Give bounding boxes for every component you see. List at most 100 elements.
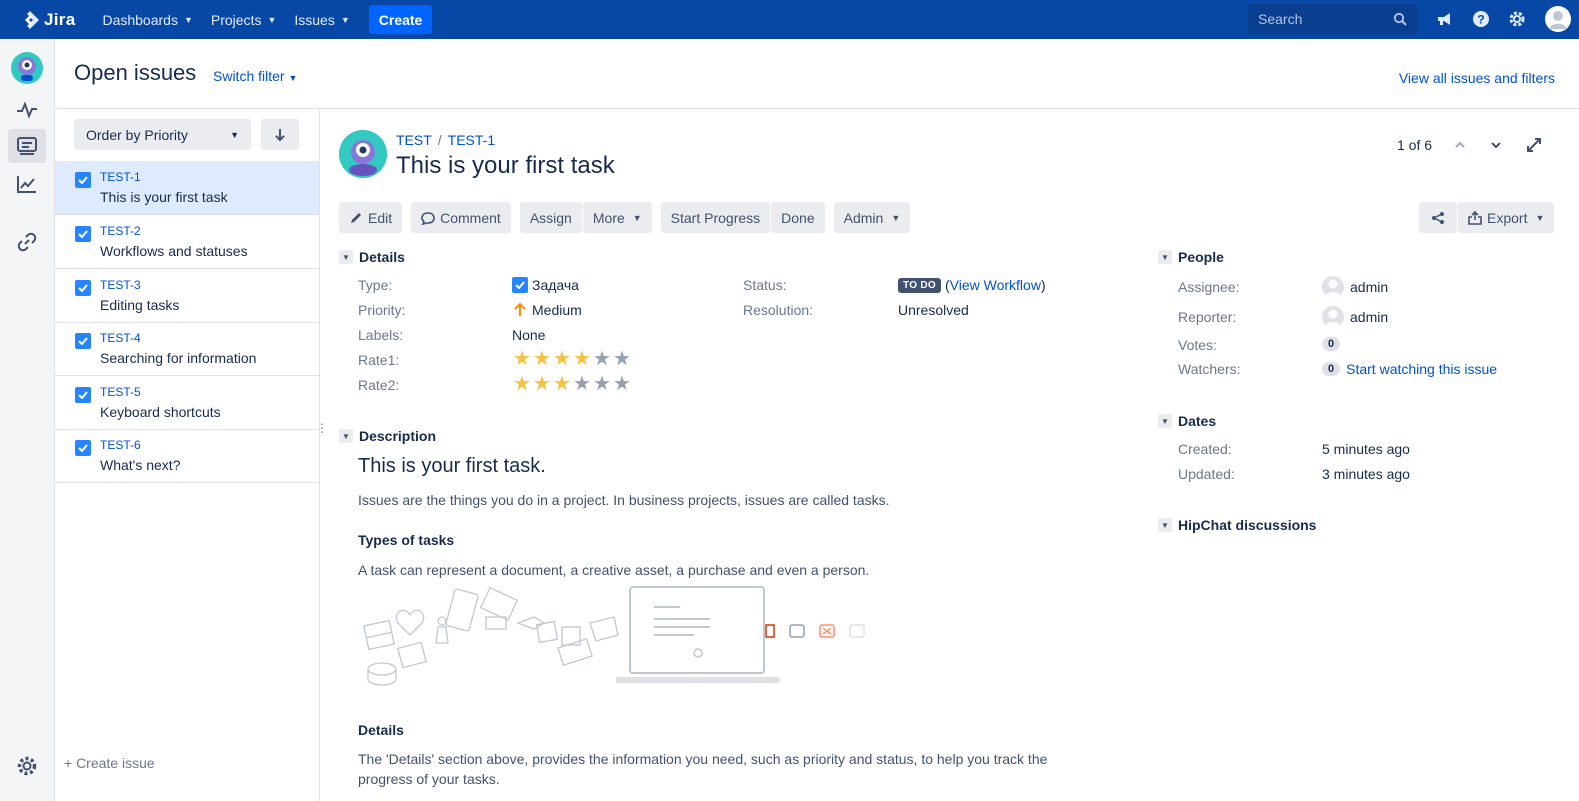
nav-issues[interactable]: Issues ▼ bbox=[285, 0, 358, 39]
admin-label: Admin bbox=[843, 209, 884, 226]
brand-name: Jira bbox=[44, 9, 76, 29]
activity-icon[interactable] bbox=[8, 93, 46, 127]
project-avatar[interactable] bbox=[8, 51, 46, 85]
switch-filter-label: Switch filter bbox=[213, 68, 285, 84]
description-heading: Description bbox=[359, 428, 437, 444]
next-issue-chevron-down-icon[interactable] bbox=[1486, 135, 1506, 155]
megaphone-icon[interactable] bbox=[1435, 9, 1455, 29]
watchers-count-badge: 0 bbox=[1322, 362, 1341, 376]
settings-gear-icon[interactable] bbox=[1507, 9, 1527, 29]
start-progress-button[interactable]: Start Progress bbox=[660, 202, 771, 233]
dates-heading: Dates bbox=[1178, 413, 1217, 429]
issue-toolbar-right: Export ▼ bbox=[1419, 202, 1555, 233]
export-icon bbox=[1468, 210, 1482, 225]
admin-button[interactable]: Admin ▼ bbox=[833, 202, 911, 233]
star-icon[interactable]: ★ bbox=[552, 374, 572, 394]
description-section-toggle[interactable]: ▼ Description bbox=[339, 428, 436, 444]
list-item[interactable]: TEST-6 What's next? bbox=[55, 429, 319, 483]
star-icon[interactable]: ★ bbox=[572, 349, 592, 369]
chevron-down-icon: ▼ bbox=[1158, 414, 1172, 428]
dates-section-toggle[interactable]: ▼ Dates bbox=[1158, 413, 1216, 429]
switch-filter-link[interactable]: Switch filter ▼ bbox=[213, 68, 297, 84]
votes-value[interactable]: 0 bbox=[1322, 337, 1346, 351]
share-button[interactable] bbox=[1419, 202, 1457, 233]
link-icon[interactable] bbox=[8, 225, 46, 259]
reporter-value[interactable]: admin bbox=[1322, 306, 1388, 328]
rate1-stars[interactable]: ★ ★ ★ ★ ★ ★ bbox=[512, 349, 632, 369]
project-avatar-large[interactable] bbox=[339, 130, 387, 178]
task-type-icon bbox=[75, 172, 91, 188]
task-type-icon bbox=[75, 333, 91, 349]
svg-text:?: ? bbox=[1477, 13, 1484, 27]
assign-button[interactable]: Assign bbox=[519, 202, 582, 233]
comment-icon bbox=[421, 211, 435, 225]
chevron-down-icon: ▼ bbox=[183, 14, 193, 25]
breadcrumb-project[interactable]: TEST bbox=[396, 132, 432, 148]
priority-medium-arrow-up-icon bbox=[514, 302, 526, 316]
view-workflow-link[interactable]: View Workflow bbox=[950, 277, 1041, 293]
star-icon[interactable]: ★ bbox=[512, 349, 532, 369]
details-section-toggle[interactable]: ▼ Details bbox=[339, 249, 405, 265]
export-button[interactable]: Export ▼ bbox=[1458, 202, 1555, 233]
more-button[interactable]: More ▼ bbox=[582, 202, 652, 233]
list-item[interactable]: TEST-3 Editing tasks bbox=[55, 269, 319, 323]
resolution-label: Resolution: bbox=[743, 302, 814, 318]
star-icon[interactable]: ★ bbox=[592, 349, 612, 369]
order-by-select[interactable]: Order by Priority ▼ bbox=[74, 119, 251, 150]
issue-summary: Workflows and statuses bbox=[100, 243, 248, 259]
star-icon[interactable]: ★ bbox=[592, 374, 612, 394]
nav-dashboards-label: Dashboards bbox=[102, 11, 178, 28]
reports-chart-icon[interactable] bbox=[8, 167, 46, 201]
done-button[interactable]: Done bbox=[771, 202, 825, 233]
star-icon[interactable]: ★ bbox=[552, 349, 572, 369]
sort-direction-button[interactable] bbox=[261, 119, 299, 150]
issue-summary: Searching for information bbox=[100, 350, 257, 366]
breadcrumb-separator: / bbox=[437, 132, 442, 148]
user-avatar[interactable] bbox=[1545, 6, 1571, 32]
resolution-value: Unresolved bbox=[898, 302, 969, 318]
list-item[interactable]: TEST-2 Workflows and statuses bbox=[55, 215, 319, 269]
assignee-label: Assignee: bbox=[1178, 279, 1240, 295]
search-icon bbox=[1393, 12, 1407, 26]
edit-button[interactable]: Edit bbox=[339, 202, 403, 233]
description-title: This is your first task. bbox=[358, 455, 546, 477]
people-section-toggle[interactable]: ▼ People bbox=[1158, 249, 1224, 265]
create-issue-link[interactable]: + Create issue bbox=[64, 755, 155, 771]
breadcrumb: TEST / TEST-1 bbox=[396, 132, 495, 148]
reporter-label: Reporter: bbox=[1178, 309, 1237, 325]
jira-logo[interactable]: Jira bbox=[20, 10, 75, 30]
hipchat-section-toggle[interactable]: ▼ HipChat discussions bbox=[1158, 517, 1316, 533]
nav-dashboards[interactable]: Dashboards ▼ bbox=[93, 0, 201, 39]
list-item[interactable]: TEST-5 Keyboard shortcuts bbox=[55, 376, 319, 430]
rate2-stars[interactable]: ★ ★ ★ ★ ★ ★ bbox=[512, 374, 632, 394]
task-type-icon bbox=[75, 226, 91, 242]
star-icon[interactable]: ★ bbox=[572, 374, 592, 394]
list-item[interactable]: TEST-1 This is your first task bbox=[55, 161, 319, 215]
list-item[interactable]: TEST-4 Searching for information bbox=[55, 322, 319, 376]
comment-button[interactable]: Comment bbox=[411, 202, 511, 233]
star-icon[interactable]: ★ bbox=[612, 374, 632, 394]
star-icon[interactable]: ★ bbox=[612, 349, 632, 369]
assignee-value[interactable]: admin bbox=[1322, 276, 1388, 298]
view-all-issues-link[interactable]: View all issues and filters bbox=[1399, 70, 1555, 86]
status-value: TO DO(View Workflow) bbox=[898, 277, 1046, 293]
previous-issue-chevron-up-icon[interactable] bbox=[1450, 135, 1470, 155]
chevron-down-icon: ▼ bbox=[340, 14, 350, 25]
star-icon[interactable]: ★ bbox=[532, 374, 552, 394]
help-icon[interactable]: ? bbox=[1471, 9, 1491, 29]
star-icon[interactable]: ★ bbox=[532, 349, 552, 369]
issues-board-icon[interactable] bbox=[8, 129, 46, 163]
nav-projects[interactable]: Projects ▼ bbox=[202, 0, 286, 39]
start-watching-link[interactable]: Start watching this issue bbox=[1346, 361, 1497, 377]
star-icon[interactable]: ★ bbox=[512, 374, 532, 394]
search-input[interactable]: Search bbox=[1248, 4, 1417, 34]
votes-count-badge: 0 bbox=[1322, 337, 1341, 351]
people-heading: People bbox=[1178, 249, 1224, 265]
project-settings-gear-icon[interactable] bbox=[8, 749, 46, 783]
breadcrumb-issue-key[interactable]: TEST-1 bbox=[448, 132, 495, 148]
create-button[interactable]: Create bbox=[368, 5, 433, 34]
expand-icon[interactable] bbox=[1524, 135, 1544, 155]
jira-logo-icon bbox=[25, 10, 39, 29]
resize-handle[interactable]: ⋮ bbox=[316, 422, 328, 434]
chevron-down-icon: ▼ bbox=[891, 212, 901, 223]
